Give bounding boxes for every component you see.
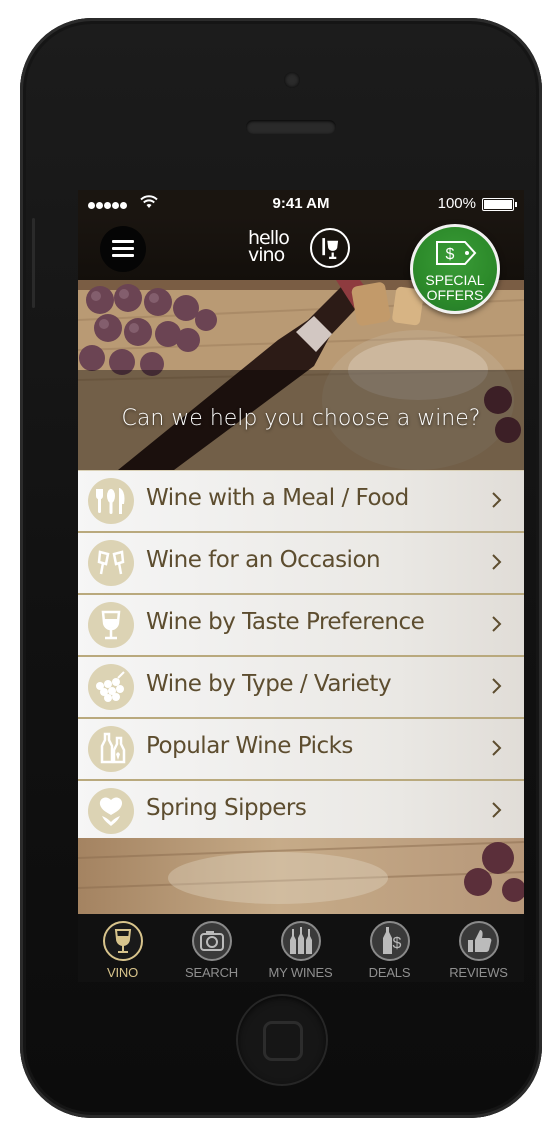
camera-icon (192, 921, 232, 961)
chevron-right-icon (492, 616, 502, 632)
tab-deals[interactable]: $ DEALS (345, 914, 434, 982)
status-bar: 9:41 AM 100% (78, 190, 524, 216)
menu-item-taste-preference[interactable]: Wine by Taste Preference (78, 595, 524, 657)
menu-item-label: Spring Sippers (146, 795, 307, 821)
home-button[interactable] (236, 994, 328, 1086)
wine-bottles-icon (88, 726, 134, 772)
tab-label: SEARCH (185, 965, 238, 980)
menu-item-label: Popular Wine Picks (146, 733, 353, 759)
menu-item-label: Wine by Type / Variety (146, 671, 392, 697)
tab-label: DEALS (368, 965, 411, 980)
wine-glass-icon (88, 602, 134, 648)
champagne-toast-icon (88, 540, 134, 586)
earpiece-speaker (246, 120, 336, 134)
menu-item-label: Wine with a Meal / Food (146, 485, 409, 511)
menu-item-occasion[interactable]: Wine for an Occasion (78, 533, 524, 595)
battery-percent: 100% (437, 195, 476, 212)
fork-knife-icon (88, 478, 134, 524)
dollar-tag-icon: $ (370, 921, 410, 961)
chevron-right-icon (492, 554, 502, 570)
tab-search[interactable]: SEARCH (167, 914, 256, 982)
bottles-icon (281, 921, 321, 961)
svg-text:$: $ (393, 935, 402, 952)
tab-label: VINO (107, 965, 138, 980)
menu-item-label: Wine for an Occasion (146, 547, 381, 573)
hello-vino-logo: hello vino (248, 224, 356, 272)
menu-item-label: Wine by Taste Preference (146, 609, 425, 635)
menu-item-type-variety[interactable]: Wine by Type / Variety (78, 657, 524, 719)
phone-frame: 9:41 AM 100% hello vino Can we help you … (20, 18, 542, 1118)
tab-label: MY WINES (268, 965, 333, 980)
chevron-right-icon (492, 492, 502, 508)
chevron-right-icon (492, 740, 502, 756)
home-square-icon (263, 1021, 303, 1061)
tab-reviews[interactable]: REVIEWS (434, 914, 523, 982)
tab-bar: VINO SEARCH MY WINES $ DEALS REVIEWS (78, 914, 524, 982)
background-image-bottom (78, 838, 524, 914)
wine-glass-background-image (78, 841, 524, 904)
tab-vino[interactable]: VINO (78, 914, 167, 982)
chevron-right-icon (492, 678, 502, 694)
special-offers-line2: OFFERS (426, 287, 484, 303)
dollar-tag-icon: $ (436, 241, 477, 265)
special-offers-line1: SPECIAL (425, 272, 485, 288)
grapes-icon (88, 664, 134, 710)
menu-button[interactable] (100, 226, 146, 272)
flower-icon (88, 788, 134, 834)
menu-item-popular-picks[interactable]: Popular Wine Picks (78, 719, 524, 781)
tab-label: REVIEWS (449, 965, 508, 980)
battery-icon (482, 198, 517, 211)
chevron-right-icon (492, 802, 502, 818)
svg-text:$: $ (446, 246, 455, 263)
thumbs-up-icon (459, 921, 499, 961)
logo-text: hello vino (248, 227, 290, 266)
screen: 9:41 AM 100% hello vino Can we help you … (78, 190, 524, 982)
tab-my-wines[interactable]: MY WINES (256, 914, 345, 982)
wine-glass-icon (103, 921, 143, 961)
logo-glass-icon (310, 228, 350, 268)
front-camera (284, 72, 300, 88)
menu-item-meal-food[interactable]: Wine with a Meal / Food (78, 470, 524, 533)
menu-item-spring-sippers[interactable]: Spring Sippers (78, 781, 524, 843)
wine-help-menu: Wine with a Meal / Food Wine for an Occa… (78, 470, 524, 843)
special-offers-button[interactable]: $ SPECIAL OFFERS (410, 224, 500, 314)
hero-prompt: Can we help you choose a wine? (121, 406, 481, 431)
